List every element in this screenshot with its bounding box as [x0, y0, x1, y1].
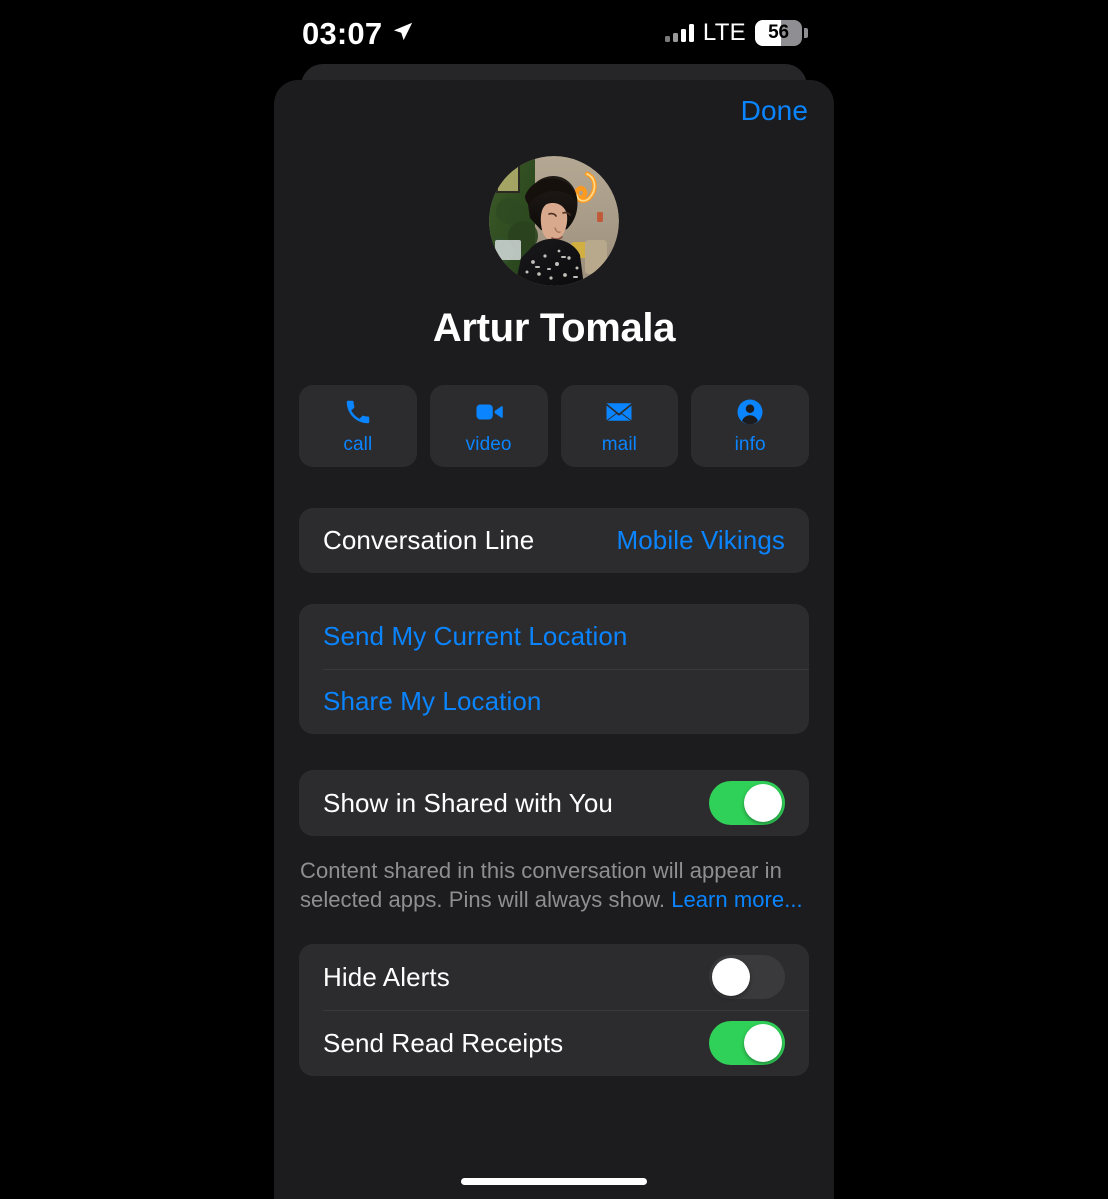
profile-header: Artur Tomala — [274, 156, 834, 351]
show-in-shared-with-you-row: Show in Shared with You — [299, 770, 809, 836]
shared-with-you-note: Content shared in this conversation will… — [300, 856, 808, 914]
video-button[interactable]: video — [429, 385, 548, 467]
home-indicator[interactable] — [461, 1178, 647, 1185]
mail-button[interactable]: mail — [560, 385, 679, 467]
hide-alerts-toggle[interactable] — [709, 955, 785, 1000]
contact-details-sheet: Done Artur Tomala call video mail info C… — [274, 80, 834, 1199]
info-button-label: info — [734, 433, 766, 455]
send-current-location-label: Send My Current Location — [323, 621, 628, 651]
network-type-label: LTE — [702, 19, 746, 46]
show-in-shared-with-you-label: Show in Shared with You — [323, 787, 613, 818]
status-bar-left: 03:07 — [302, 18, 414, 49]
mail-button-label: mail — [601, 433, 637, 455]
status-bar: 03:07 LTE 56 — [274, 0, 834, 66]
shared-with-you-card: Show in Shared with You — [299, 770, 809, 836]
quick-actions-row: call video mail info — [299, 385, 809, 467]
call-button-label: call — [343, 433, 373, 455]
conversation-line-card: Conversation Line Mobile Vikings — [299, 508, 809, 573]
hide-alerts-label: Hide Alerts — [323, 961, 450, 992]
conversation-line-row[interactable]: Conversation Line Mobile Vikings — [299, 508, 809, 573]
avatar[interactable] — [489, 156, 619, 286]
share-my-location-row[interactable]: Share My Location — [299, 669, 809, 734]
done-button[interactable]: Done — [739, 91, 810, 131]
status-bar-clock: 03:07 — [302, 15, 383, 51]
battery-icon: 56 — [755, 20, 808, 46]
show-in-shared-with-you-toggle[interactable] — [709, 781, 785, 825]
send-read-receipts-label: Send Read Receipts — [323, 1027, 564, 1058]
status-bar-right: LTE 56 — [664, 19, 808, 47]
cellular-signal-icon — [664, 24, 694, 42]
video-camera-icon — [474, 397, 504, 427]
envelope-icon — [604, 397, 634, 427]
video-button-label: video — [465, 433, 512, 455]
alerts-card: Hide Alerts Send Read Receipts — [299, 944, 809, 1077]
send-read-receipts-row: Send Read Receipts — [299, 1010, 809, 1076]
call-button[interactable]: call — [299, 385, 417, 467]
conversation-line-value: Mobile Vikings — [616, 525, 785, 555]
location-arrow-icon — [392, 20, 414, 47]
contact-name: Artur Tomala — [432, 306, 676, 350]
location-card: Send My Current Location Share My Locati… — [299, 604, 809, 734]
contact-photo-image — [489, 156, 619, 286]
battery-percent-label: 56 — [768, 22, 789, 43]
learn-more-link[interactable]: Learn more... — [671, 887, 803, 912]
share-my-location-label: Share My Location — [323, 686, 542, 716]
hide-alerts-row: Hide Alerts — [299, 944, 809, 1010]
phone-icon — [343, 397, 373, 427]
sheet-header: Done — [274, 80, 834, 142]
send-current-location-row[interactable]: Send My Current Location — [299, 604, 809, 669]
send-read-receipts-toggle[interactable] — [709, 1021, 785, 1066]
phone-screen: 03:07 LTE 56 Done Artur Tomala call vide… — [0, 0, 1108, 1199]
conversation-line-label: Conversation Line — [323, 525, 535, 555]
person-circle-icon — [735, 397, 765, 427]
info-button[interactable]: info — [691, 385, 809, 467]
